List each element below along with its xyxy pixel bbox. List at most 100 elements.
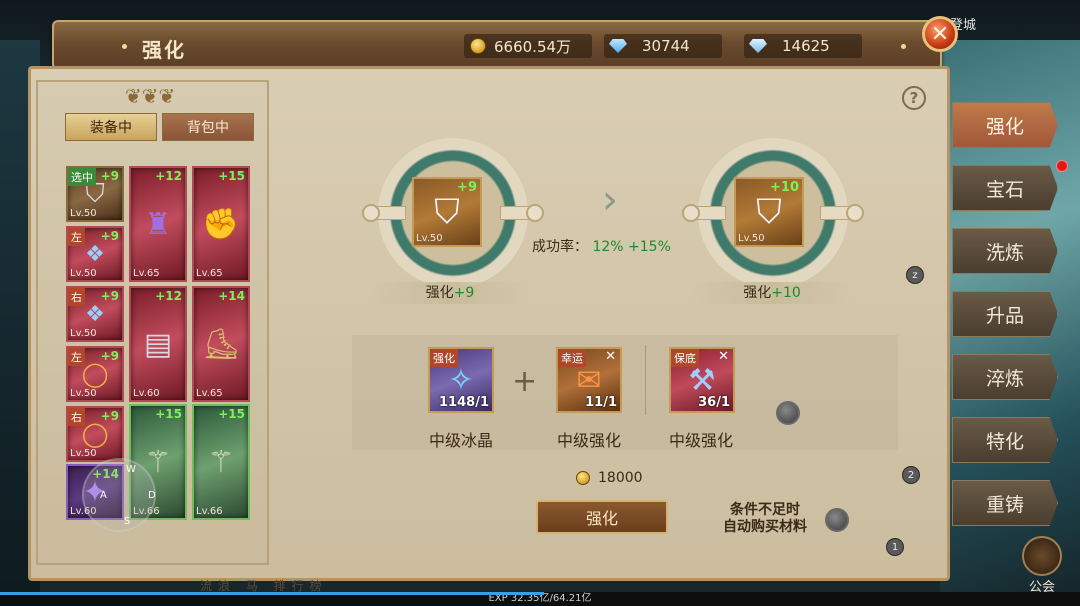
virtual-joystick[interactable]: W A D S	[82, 458, 156, 532]
armor-icon: ♜	[144, 206, 172, 242]
equip-slot-shield[interactable]: ⛉ 选中 +9 Lv.50	[66, 166, 124, 222]
material-slot-guarantee[interactable]: ⚒ 保底 ✕ 36/1	[669, 347, 735, 413]
title-ornament-right	[901, 44, 906, 49]
enhance-level: +9	[100, 169, 119, 183]
diamond-display: 30744	[604, 34, 722, 58]
spear-icon: ⚚	[207, 444, 235, 480]
material-count: 36/1	[698, 395, 730, 410]
guild-button[interactable]: 公会	[1018, 536, 1066, 596]
side-tag: 右	[68, 408, 85, 426]
diamond-icon	[608, 37, 628, 55]
title-ornament	[122, 44, 127, 49]
material-name: 中级强化	[556, 431, 621, 450]
equip-slot-earring-left[interactable]: ❖ 左 +9 Lv.50	[66, 226, 124, 282]
tab-backpack[interactable]: 背包中	[162, 113, 254, 141]
equip-slot-bracer[interactable]: ▤ +12 Lv.60	[129, 286, 187, 402]
equip-slot-weapon-2[interactable]: ⚚ +15 Lv.66	[192, 404, 250, 520]
equip-slot-earring-right[interactable]: ❖ 右 +9 Lv.50	[66, 286, 124, 342]
enhance-button[interactable]: 强化	[536, 500, 668, 534]
guild-emblem-icon	[1022, 536, 1062, 576]
joystick-w-label: W	[126, 464, 136, 475]
current-item[interactable]: ⛉ +9 Lv.50	[412, 177, 482, 247]
notification-dot	[1056, 160, 1068, 172]
item-level: Lv.50	[70, 388, 97, 399]
material-slot-luck[interactable]: ✉ 幸运 ✕ 11/1	[556, 347, 622, 413]
ornament-icon: ❦❦❦	[124, 84, 176, 108]
current-item-level: Lv.50	[416, 233, 443, 244]
bracer-icon: ▤	[143, 326, 173, 362]
side-tag: 左	[68, 348, 85, 366]
close-icon: ✕	[930, 21, 950, 47]
equip-slot-ring-left[interactable]: ◯ 左 +9 Lv.50	[66, 346, 124, 402]
frame-cap-right	[846, 204, 864, 222]
selected-tag: 选中	[68, 168, 96, 186]
enhance-label-text: 强化	[743, 285, 772, 301]
equip-slot-gauntlet[interactable]: ✊ +15 Lv.65	[192, 166, 250, 282]
badge-2: 2	[902, 466, 920, 484]
diamond-amount: 30744	[642, 37, 690, 55]
material-slot-crystal[interactable]: ✧ 强化 1148/1	[428, 347, 494, 413]
side-tab-temper[interactable]: 淬炼	[952, 354, 1058, 400]
exp-bar-fill	[0, 592, 545, 595]
material-name: 中级强化	[668, 431, 733, 450]
gold-amount: 6660.54万	[494, 37, 572, 56]
equip-slot-boots[interactable]: ⛸ +14 Lv.65	[192, 286, 250, 402]
side-tab-gem[interactable]: 宝石	[952, 165, 1058, 211]
material-name: 中级冰晶	[428, 431, 493, 450]
side-tab-refine[interactable]: 洗炼	[952, 228, 1058, 274]
enhance-level: +15	[218, 407, 245, 421]
next-enhance-level: +10	[770, 180, 799, 195]
material-count: 1148/1	[439, 395, 489, 410]
gold-coin-icon	[576, 471, 590, 485]
help-button[interactable]: ?	[902, 86, 926, 110]
material-tag: 强化	[430, 349, 458, 367]
frame-cap-left	[362, 204, 380, 222]
arrow-right-icon: ›	[602, 177, 618, 223]
success-rate-value: 12% +15%	[592, 239, 671, 255]
item-level: Lv.60	[133, 388, 160, 399]
plus-icon: +	[512, 364, 538, 399]
enhance-level: +15	[155, 407, 182, 421]
enhance-level: +9	[100, 229, 119, 243]
material-tag: 幸运	[558, 349, 586, 367]
side-tab-specialize[interactable]: 特化	[952, 417, 1058, 463]
material-count: 11/1	[585, 395, 617, 410]
close-button[interactable]: ✕	[922, 16, 958, 52]
enhance-level: +9	[100, 409, 119, 423]
side-tag: 右	[68, 288, 85, 306]
item-level: Lv.65	[196, 268, 223, 279]
current-enhance-level: +9	[457, 180, 477, 195]
current-enhance-label: 强化+9	[370, 282, 530, 304]
equip-slot-armor[interactable]: ♜ +12 Lv.65	[129, 166, 187, 282]
cost-amount: 18000	[598, 470, 643, 486]
title-bar: 强化 6660.54万 30744 14625	[52, 20, 942, 70]
tab-equipped[interactable]: 装备中	[65, 113, 157, 141]
enhance-level: +9	[100, 289, 119, 303]
divider	[645, 345, 646, 415]
badge-1: 1	[886, 538, 904, 556]
equip-slot-ring-right[interactable]: ◯ 右 +9 Lv.50	[66, 406, 124, 462]
bound-diamond-icon	[748, 37, 768, 55]
side-tab-upgrade[interactable]: 升品	[952, 291, 1058, 337]
item-level: Lv.66	[196, 506, 223, 517]
side-tab-reforge[interactable]: 重铸	[952, 480, 1058, 526]
next-item[interactable]: ⛉ +10 Lv.50	[734, 177, 804, 247]
joystick-s-label: S	[124, 516, 131, 527]
remove-icon[interactable]: ✕	[605, 349, 616, 364]
option-toggle[interactable]	[776, 401, 800, 425]
boots-icon: ⛸	[201, 326, 241, 362]
item-level: Lv.50	[70, 328, 97, 339]
success-rate: 成功率： 12% +15%	[532, 236, 671, 256]
next-item-level: Lv.50	[738, 233, 765, 244]
side-tag: 左	[68, 228, 85, 246]
gauntlet-icon: ✊	[202, 206, 240, 242]
item-level: Lv.65	[196, 388, 223, 399]
side-tab-enhance[interactable]: 强化	[952, 102, 1058, 148]
auto-buy-line1: 条件不足时	[730, 502, 800, 518]
auto-buy-toggle[interactable]	[825, 508, 849, 532]
enhance-label-value: +9	[453, 285, 475, 301]
remove-icon[interactable]: ✕	[718, 349, 729, 364]
item-level: Lv.65	[133, 268, 160, 279]
frame-cap-right	[526, 204, 544, 222]
enhance-label-value: +10	[771, 285, 801, 301]
